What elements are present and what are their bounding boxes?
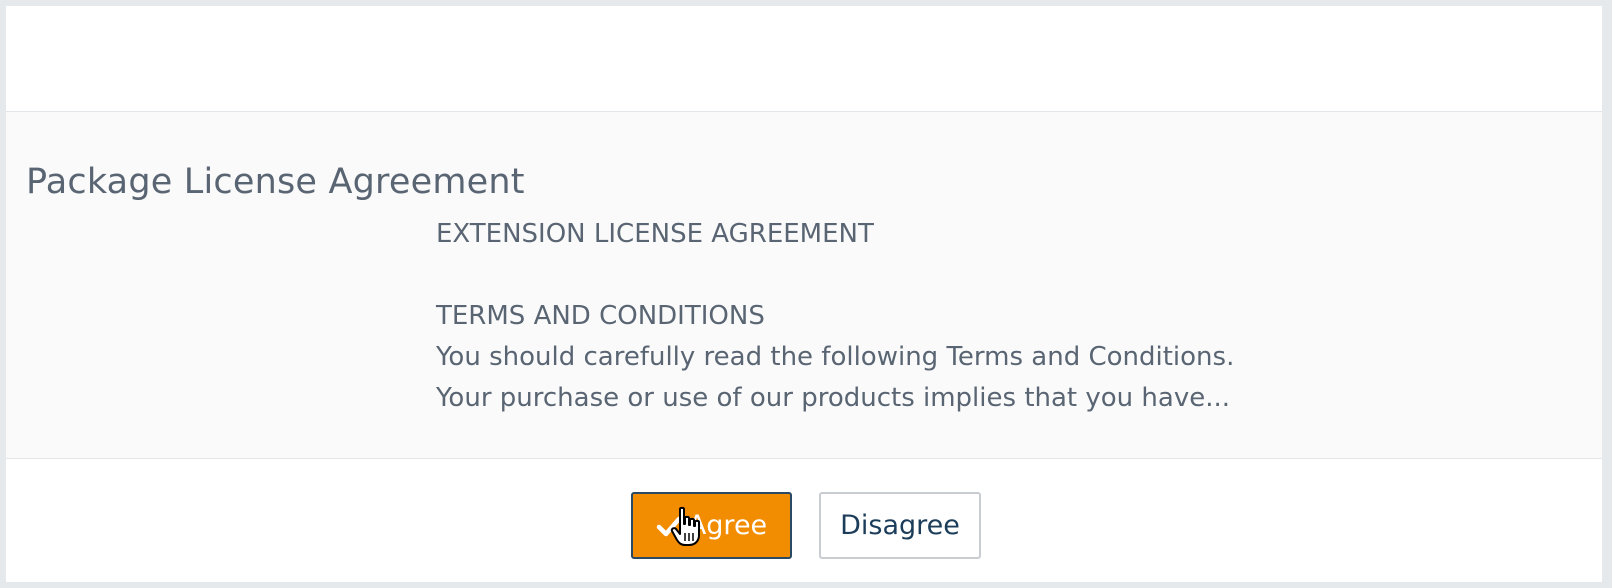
dialog-footer: Agree Disagree [6, 459, 1602, 582]
license-text: EXTENSION LICENSE AGREEMENT TERMS AND CO… [436, 214, 1234, 419]
checkmark-icon [656, 516, 682, 536]
dialog-header [6, 6, 1602, 112]
license-dialog: Package License Agreement EXTENSION LICE… [6, 6, 1602, 582]
license-line: TERMS AND CONDITIONS [436, 301, 765, 331]
dialog-body: Package License Agreement EXTENSION LICE… [6, 112, 1602, 459]
license-line: EXTENSION LICENSE AGREEMENT [436, 219, 874, 249]
disagree-button-label: Disagree [840, 510, 960, 541]
license-line [436, 255, 1234, 296]
agree-button-label: Agree [687, 510, 768, 541]
disagree-button[interactable]: Disagree [819, 492, 981, 559]
agree-button[interactable]: Agree [631, 492, 792, 559]
license-line: You should carefully read the following … [436, 342, 1235, 372]
dialog-title: Package License Agreement [26, 162, 525, 202]
license-line: Your purchase or use of our products imp… [436, 383, 1231, 413]
